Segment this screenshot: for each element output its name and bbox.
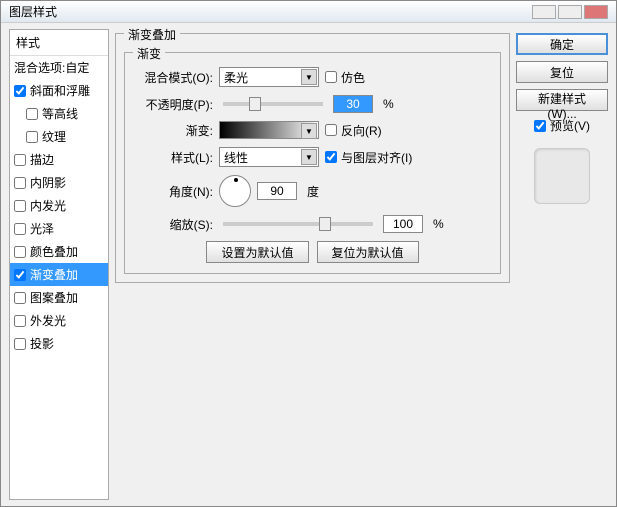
- sidebar-item[interactable]: 斜面和浮雕: [10, 79, 108, 102]
- sidebar-item[interactable]: 图案叠加: [10, 286, 108, 309]
- sidebar-item-blend-options[interactable]: 混合选项:自定: [10, 56, 108, 79]
- gradient-label: 渐变:: [135, 122, 213, 139]
- blend-mode-label: 混合模式(O):: [135, 69, 213, 86]
- right-panel: 确定 复位 新建样式(W)... 预览(V): [516, 29, 608, 500]
- maximize-button[interactable]: [558, 5, 582, 19]
- percent-unit: %: [383, 97, 394, 111]
- angle-unit: 度: [307, 183, 319, 200]
- window-controls: [532, 5, 608, 19]
- sidebar-item[interactable]: 光泽: [10, 217, 108, 240]
- effect-title: 渐变叠加: [124, 26, 180, 43]
- style-combo[interactable]: [219, 147, 319, 167]
- sidebar-header: 样式: [10, 30, 108, 56]
- effect-group: 渐变叠加 渐变 混合模式(O): ▼ 仿色 不透明度(: [115, 33, 510, 283]
- scale-input[interactable]: [383, 215, 423, 233]
- titlebar: 图层样式: [1, 1, 616, 23]
- style-label: 样式(L):: [135, 149, 213, 166]
- window-title: 图层样式: [9, 3, 57, 20]
- sidebar-item[interactable]: 颜色叠加: [10, 240, 108, 263]
- opacity-slider[interactable]: [223, 102, 323, 106]
- sidebar-item[interactable]: 等高线: [10, 102, 108, 125]
- gradient-group: 渐变 混合模式(O): ▼ 仿色 不透明度(P):: [124, 52, 501, 274]
- reset-default-button[interactable]: 复位为默认值: [317, 241, 419, 263]
- styles-sidebar: 样式 混合选项:自定 斜面和浮雕等高线纹理描边内阴影内发光光泽颜色叠加渐变叠加图…: [9, 29, 109, 500]
- angle-dial[interactable]: [219, 175, 251, 207]
- scale-slider[interactable]: [223, 222, 373, 226]
- preview-swatch: [534, 148, 590, 204]
- sidebar-item[interactable]: 描边: [10, 148, 108, 171]
- cancel-button[interactable]: 复位: [516, 61, 608, 83]
- sidebar-item[interactable]: 投影: [10, 332, 108, 355]
- opacity-input[interactable]: [333, 95, 373, 113]
- sidebar-item[interactable]: 渐变叠加: [10, 263, 108, 286]
- set-default-button[interactable]: 设置为默认值: [206, 241, 308, 263]
- angle-input[interactable]: [257, 182, 297, 200]
- scale-label: 缩放(S):: [135, 216, 213, 233]
- minimize-button[interactable]: [532, 5, 556, 19]
- ok-button[interactable]: 确定: [516, 33, 608, 55]
- close-button[interactable]: [584, 5, 608, 19]
- gradient-group-title: 渐变: [133, 45, 165, 62]
- preview-checkbox[interactable]: 预览(V): [516, 117, 608, 134]
- dither-checkbox[interactable]: 仿色: [325, 69, 365, 86]
- main-area: 样式 混合选项:自定 斜面和浮雕等高线纹理描边内阴影内发光光泽颜色叠加渐变叠加图…: [1, 23, 616, 506]
- sidebar-item[interactable]: 外发光: [10, 309, 108, 332]
- sidebar-item[interactable]: 内阴影: [10, 171, 108, 194]
- align-checkbox[interactable]: 与图层对齐(I): [325, 149, 412, 166]
- layer-style-dialog: 图层样式 样式 混合选项:自定 斜面和浮雕等高线纹理描边内阴影内发光光泽颜色叠加…: [0, 0, 617, 507]
- gradient-preview[interactable]: [219, 121, 319, 139]
- sidebar-item[interactable]: 内发光: [10, 194, 108, 217]
- sidebar-item[interactable]: 纹理: [10, 125, 108, 148]
- angle-label: 角度(N):: [135, 183, 213, 200]
- new-style-button[interactable]: 新建样式(W)...: [516, 89, 608, 111]
- opacity-label: 不透明度(P):: [135, 96, 213, 113]
- blend-mode-combo[interactable]: [219, 67, 319, 87]
- reverse-checkbox[interactable]: 反向(R): [325, 122, 382, 139]
- content-panel: 渐变叠加 渐变 混合模式(O): ▼ 仿色 不透明度(: [115, 29, 510, 500]
